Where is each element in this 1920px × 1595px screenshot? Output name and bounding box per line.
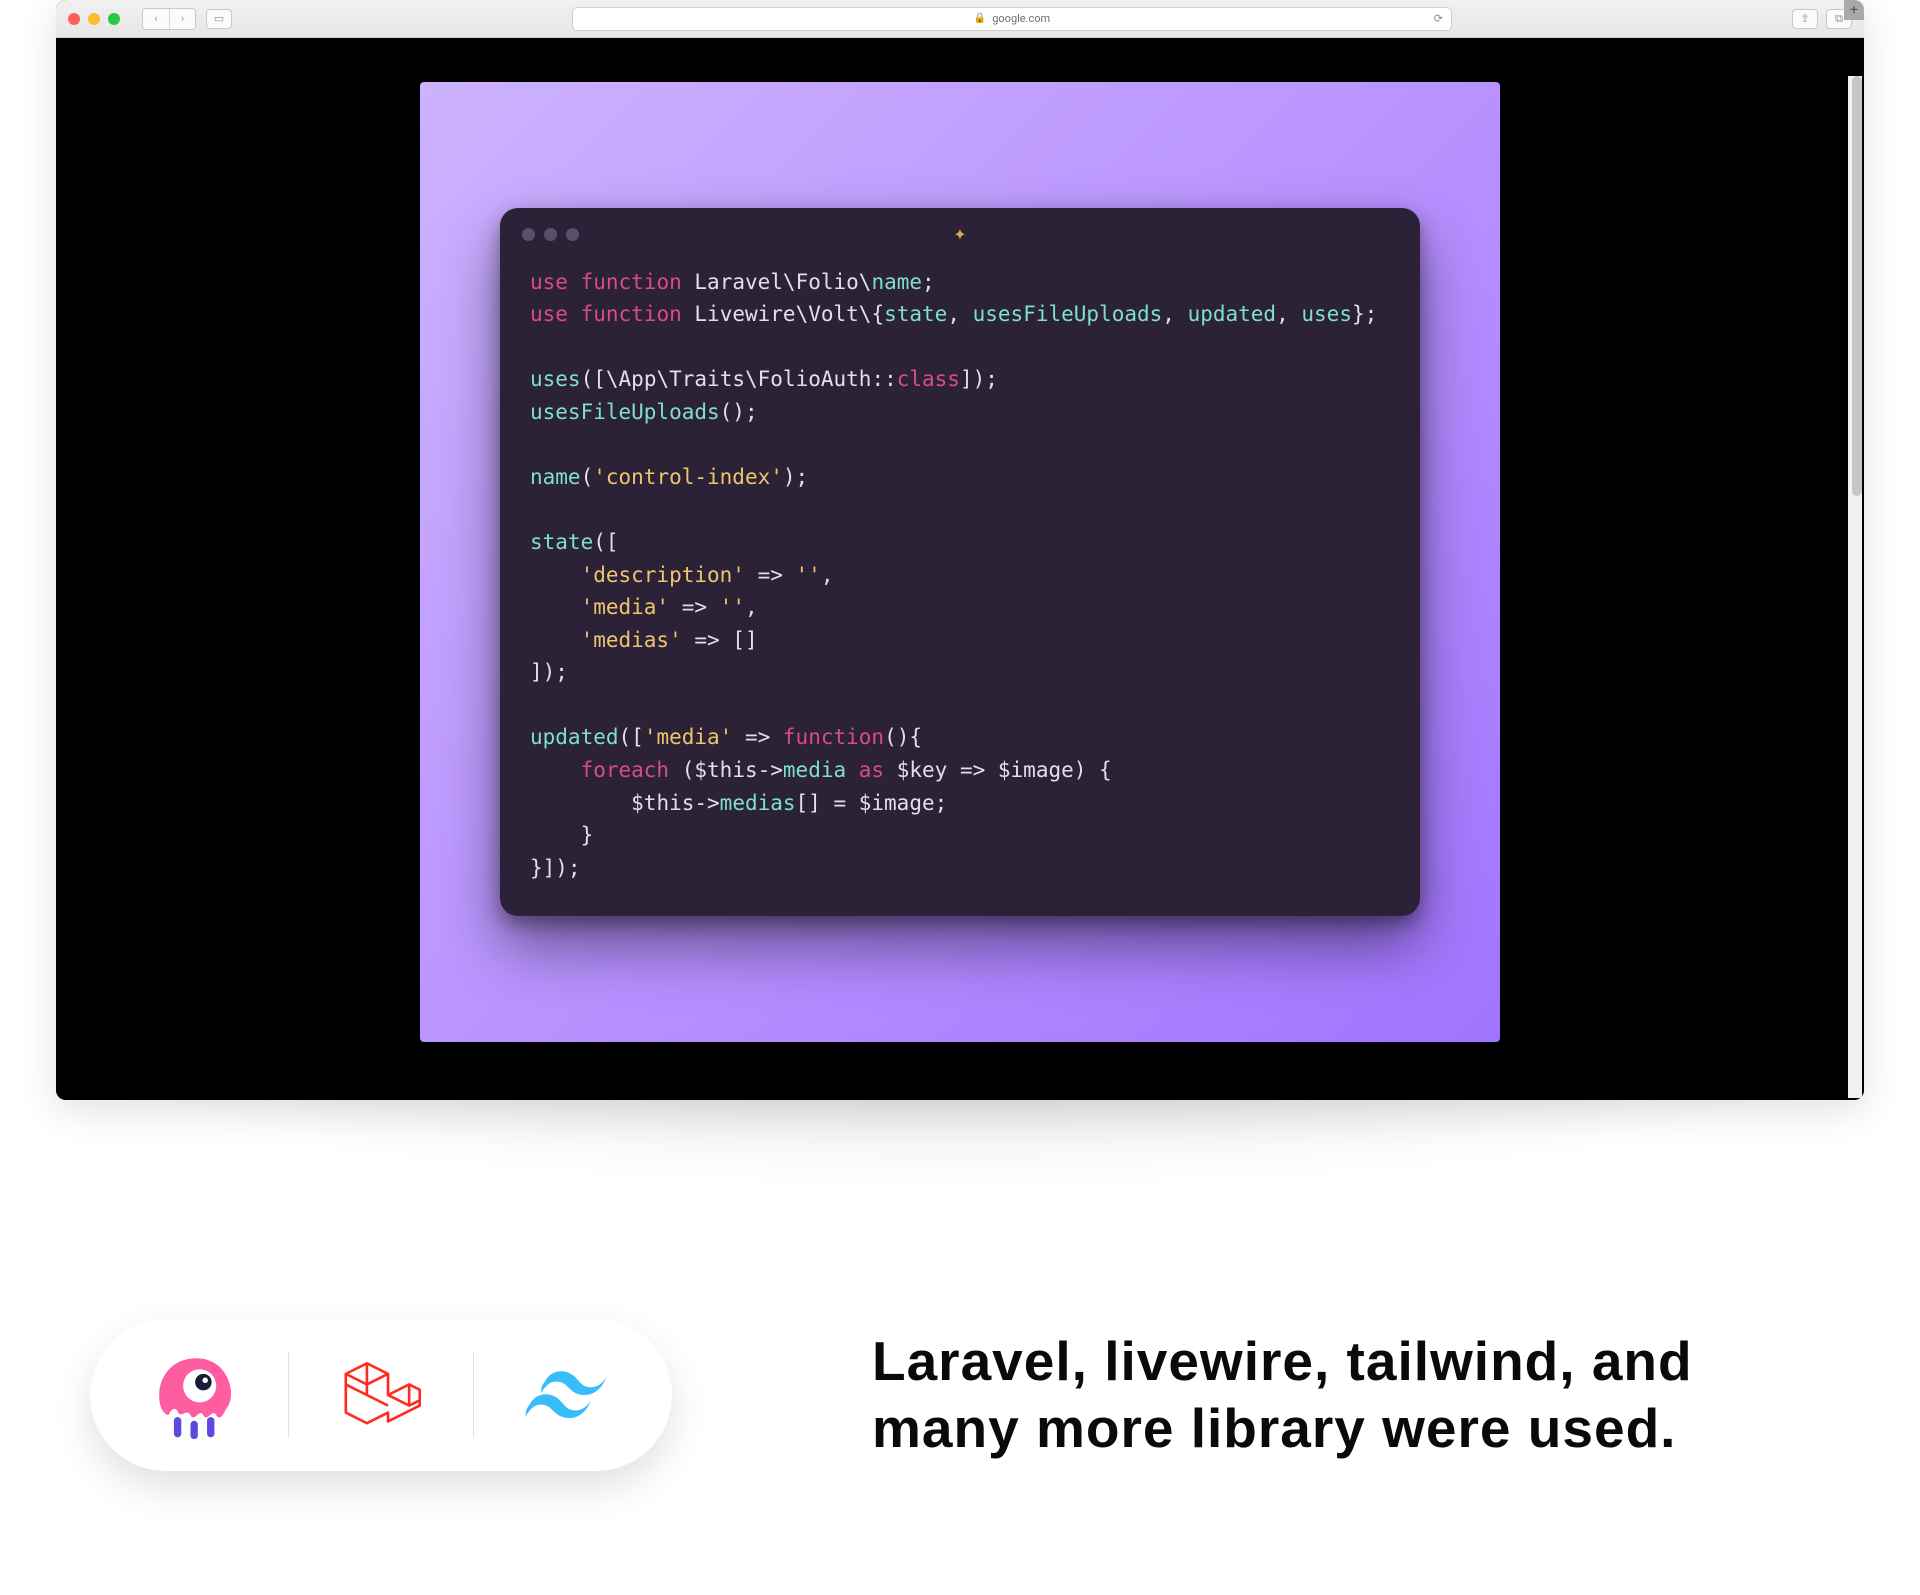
browser-viewport: ✦ use function Laravel\Folio\name; use f… bbox=[56, 38, 1864, 1100]
scrollbar-thumb[interactable] bbox=[1852, 76, 1862, 496]
address-bar[interactable]: 🔒 google.com ⟳ bbox=[572, 7, 1452, 31]
tech-stack-pill bbox=[90, 1319, 672, 1471]
forward-button[interactable]: › bbox=[169, 9, 195, 29]
dot-icon bbox=[522, 228, 535, 241]
dot-icon bbox=[544, 228, 557, 241]
browser-window: ‹ › ▭ 🔒 google.com ⟳ ⇪ ⧉ + bbox=[56, 0, 1864, 1100]
sidebar-toggle-button[interactable]: ▭ bbox=[206, 9, 232, 29]
url-text: google.com bbox=[992, 12, 1050, 25]
laravel-logo bbox=[333, 1347, 429, 1443]
code-content: use function Laravel\Folio\name; use fun… bbox=[500, 262, 1420, 884]
tech-stack-headline: Laravel, livewire, tailwind, and many mo… bbox=[872, 1328, 1830, 1462]
window-traffic-lights[interactable] bbox=[68, 13, 120, 25]
livewire-logo bbox=[148, 1347, 244, 1443]
lock-icon: 🔒 bbox=[974, 13, 986, 24]
code-window-traffic bbox=[522, 228, 579, 241]
close-icon[interactable] bbox=[68, 13, 80, 25]
browser-toolbar: ‹ › ▭ 🔒 google.com ⟳ ⇪ ⧉ bbox=[56, 0, 1864, 38]
toolbar-actions: ⇪ ⧉ bbox=[1792, 9, 1852, 29]
code-titlebar: ✦ bbox=[500, 208, 1420, 262]
footer-section: Laravel, livewire, tailwind, and many mo… bbox=[0, 1270, 1920, 1520]
code-window: ✦ use function Laravel\Folio\name; use f… bbox=[500, 208, 1420, 916]
back-button[interactable]: ‹ bbox=[143, 9, 169, 29]
dot-icon bbox=[566, 228, 579, 241]
tailwind-logo bbox=[518, 1347, 614, 1443]
reload-icon[interactable]: ⟳ bbox=[1434, 12, 1443, 25]
new-tab-button[interactable]: + bbox=[1844, 0, 1864, 20]
share-button[interactable]: ⇪ bbox=[1792, 9, 1818, 29]
hero-panel: ✦ use function Laravel\Folio\name; use f… bbox=[420, 82, 1500, 1042]
nav-buttons: ‹ › bbox=[142, 8, 196, 30]
divider bbox=[473, 1352, 474, 1438]
divider bbox=[288, 1352, 289, 1438]
minimize-icon[interactable] bbox=[88, 13, 100, 25]
zoom-icon[interactable] bbox=[108, 13, 120, 25]
sparkle-icon: ✦ bbox=[953, 225, 966, 244]
